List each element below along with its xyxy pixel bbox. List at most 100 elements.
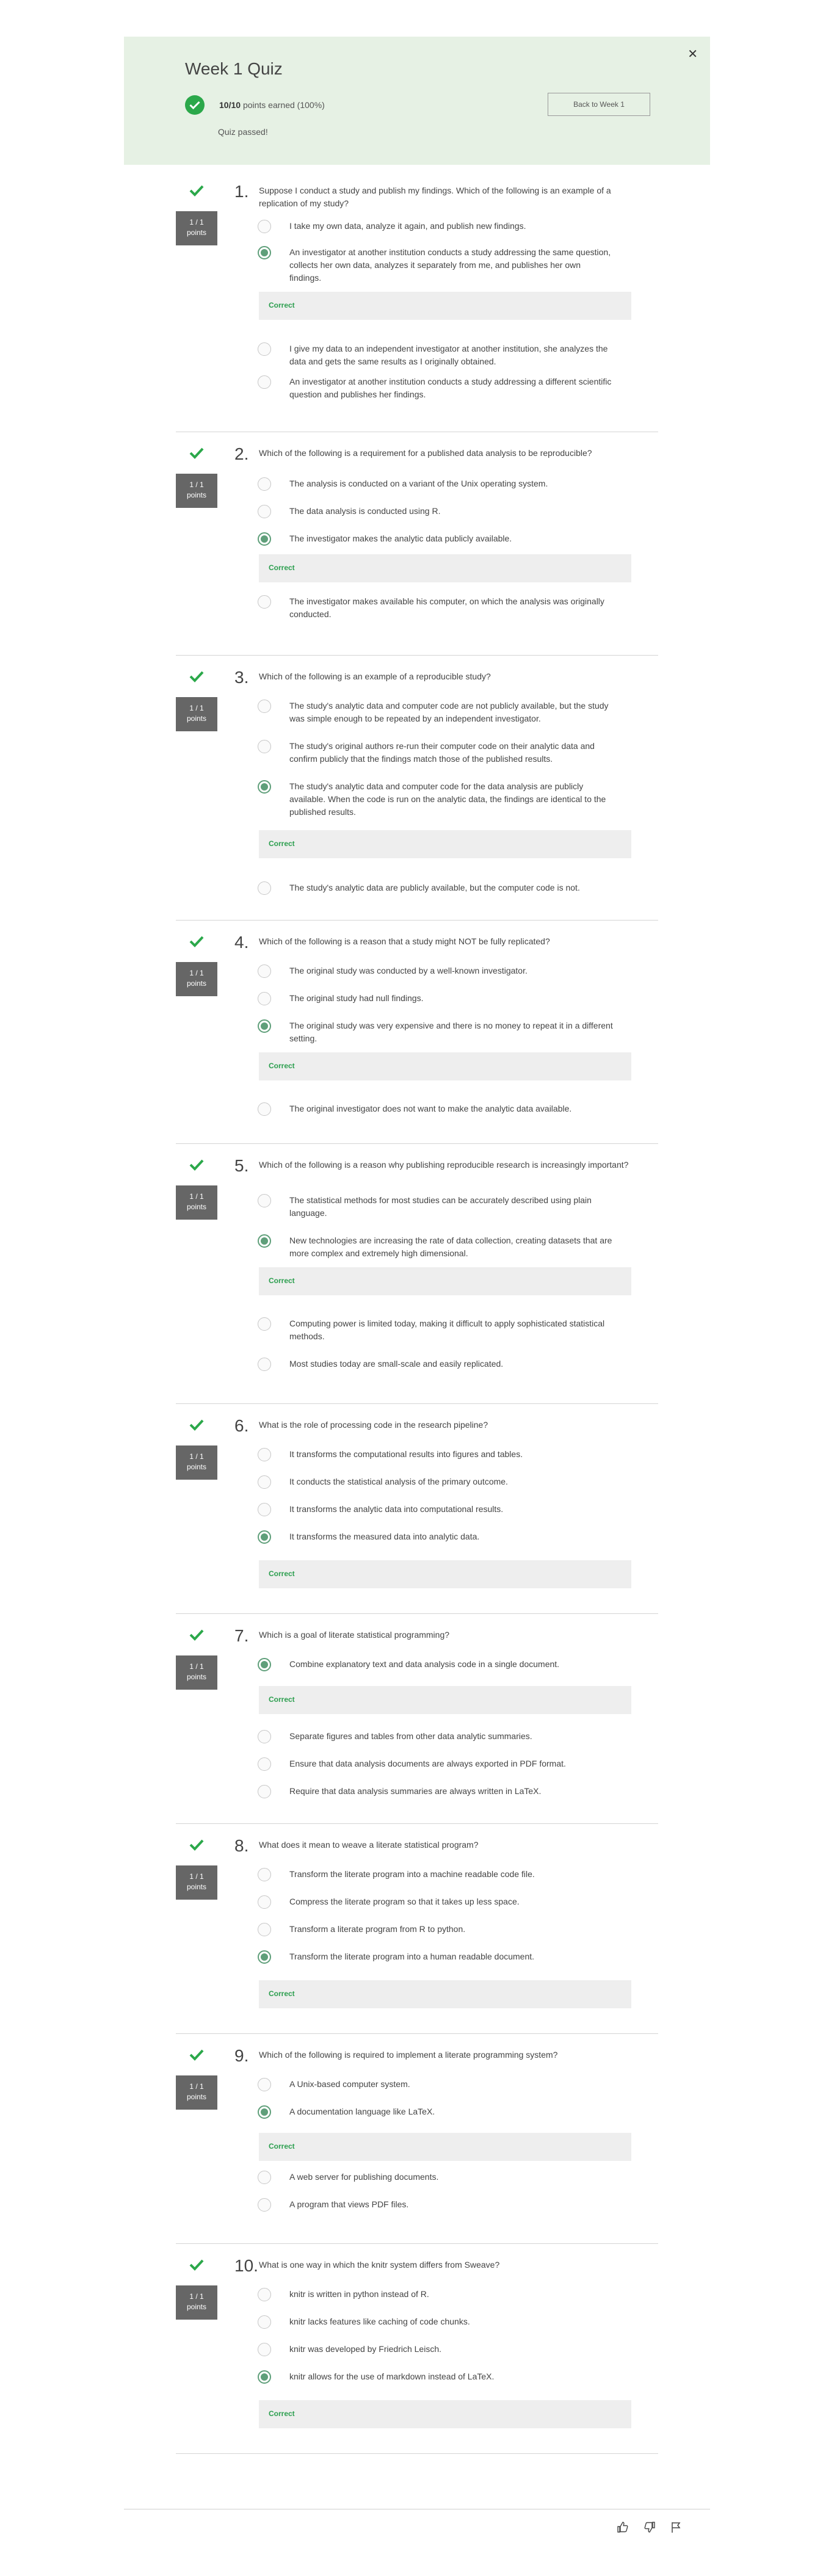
answer-option[interactable]: A documentation language like LaTeX. bbox=[258, 2105, 613, 2119]
answer-option[interactable]: Transform a literate program from R to p… bbox=[258, 1923, 613, 1936]
answer-option[interactable]: The study's analytic data and computer c… bbox=[258, 700, 613, 725]
answer-option[interactable]: A program that views PDF files. bbox=[258, 2198, 613, 2212]
answer-option[interactable]: Transform the literate program into a ma… bbox=[258, 1868, 613, 1881]
radio-button[interactable] bbox=[258, 595, 271, 609]
answer-option-label: Most studies today are small-scale and e… bbox=[289, 1359, 504, 1369]
answer-option[interactable]: The original study had null findings. bbox=[258, 992, 613, 1005]
radio-selected[interactable] bbox=[258, 1950, 271, 1964]
radio-button[interactable] bbox=[258, 1194, 271, 1207]
radio-button[interactable] bbox=[258, 1785, 271, 1798]
radio-button[interactable] bbox=[258, 342, 271, 356]
radio-button[interactable] bbox=[258, 1757, 271, 1771]
radio-button[interactable] bbox=[258, 1868, 271, 1881]
radio-button[interactable] bbox=[258, 2198, 271, 2212]
radio-button[interactable] bbox=[258, 1358, 271, 1371]
answer-option[interactable]: A web server for publishing documents. bbox=[258, 2171, 613, 2184]
check-icon bbox=[189, 1629, 204, 1641]
question-text: Which of the following is a reason that … bbox=[259, 936, 550, 946]
radio-selected[interactable] bbox=[258, 1234, 271, 1248]
answer-option[interactable]: The original study was conducted by a we… bbox=[258, 964, 613, 978]
answer-option[interactable]: It transforms the analytic data into com… bbox=[258, 1503, 613, 1516]
question-text: What does it mean to weave a literate st… bbox=[259, 1840, 479, 1850]
answer-option[interactable]: The study's analytic data and computer c… bbox=[258, 780, 613, 819]
answer-option[interactable]: I take my own data, analyze it again, an… bbox=[258, 220, 613, 233]
radio-button[interactable] bbox=[258, 505, 271, 518]
answer-option[interactable]: The data analysis is conducted using R. bbox=[258, 505, 613, 518]
answer-option[interactable]: Compress the literate program so that it… bbox=[258, 1895, 613, 1909]
back-to-week-button[interactable]: Back to Week 1 bbox=[548, 93, 650, 116]
radio-button[interactable] bbox=[258, 1923, 271, 1936]
radio-button[interactable] bbox=[258, 2343, 271, 2356]
radio-selected[interactable] bbox=[258, 1019, 271, 1033]
flag-icon[interactable] bbox=[670, 2521, 683, 2533]
radio-button[interactable] bbox=[258, 1102, 271, 1116]
answer-option[interactable]: Transform the literate program into a hu… bbox=[258, 1950, 613, 1964]
answer-option[interactable]: The investigator makes the analytic data… bbox=[258, 532, 613, 546]
radio-button[interactable] bbox=[258, 2315, 271, 2329]
radio-button[interactable] bbox=[258, 881, 271, 895]
radio-selected[interactable] bbox=[258, 2105, 271, 2119]
radio-selected[interactable] bbox=[258, 2370, 271, 2384]
radio-button[interactable] bbox=[258, 2078, 271, 2091]
radio-button[interactable] bbox=[258, 1317, 271, 1331]
answer-option-label: The original study had null findings. bbox=[289, 993, 424, 1003]
answer-option[interactable]: It conducts the statistical analysis of … bbox=[258, 1475, 613, 1489]
radio-selected[interactable] bbox=[258, 780, 271, 794]
answer-option[interactable]: I give my data to an independent investi… bbox=[258, 342, 613, 368]
radio-selected[interactable] bbox=[258, 1658, 271, 1671]
question-number: 7. bbox=[234, 1626, 249, 1645]
close-icon[interactable]: ✕ bbox=[687, 46, 698, 62]
answer-option[interactable]: knitr was developed by Friedrich Leisch. bbox=[258, 2343, 613, 2356]
radio-button[interactable] bbox=[258, 964, 271, 978]
answer-option[interactable]: The study's original authors re-run thei… bbox=[258, 740, 613, 765]
answer-option[interactable]: The analysis is conducted on a variant o… bbox=[258, 477, 613, 491]
answer-option[interactable]: New technologies are increasing the rate… bbox=[258, 1234, 613, 1260]
score-suffix: points earned (100%) bbox=[242, 100, 325, 110]
radio-selected[interactable] bbox=[258, 1530, 271, 1544]
answer-option[interactable]: knitr lacks features like caching of cod… bbox=[258, 2315, 613, 2329]
answer-option[interactable]: Separate figures and tables from other d… bbox=[258, 1730, 613, 1743]
answer-option[interactable]: knitr is written in python instead of R. bbox=[258, 2288, 613, 2301]
points-label: points bbox=[186, 979, 207, 988]
radio-selected[interactable] bbox=[258, 246, 271, 259]
radio-button[interactable] bbox=[258, 1475, 271, 1489]
question-7: 1 / 1 points 7. Which is a goal of literate… bbox=[176, 1615, 658, 1824]
radio-button[interactable] bbox=[258, 1730, 271, 1743]
points-badge: 1 / 1 points bbox=[176, 1655, 217, 1690]
answer-option[interactable]: A Unix-based computer system. bbox=[258, 2078, 613, 2091]
answer-option[interactable]: It transforms the computational results … bbox=[258, 1448, 613, 1461]
radio-button[interactable] bbox=[258, 2288, 271, 2301]
thumbs-up-icon[interactable] bbox=[617, 2521, 629, 2533]
answer-option[interactable]: Ensure that data analysis documents are … bbox=[258, 1757, 613, 1771]
radio-selected[interactable] bbox=[258, 532, 271, 546]
answer-option[interactable]: The study's analytic data are publicly a… bbox=[258, 881, 613, 895]
radio-button[interactable] bbox=[258, 1895, 271, 1909]
radio-button[interactable] bbox=[258, 220, 271, 233]
answer-option[interactable]: Require that data analysis summaries are… bbox=[258, 1785, 613, 1798]
answer-option[interactable]: Most studies today are small-scale and e… bbox=[258, 1358, 613, 1371]
question-number: 8. bbox=[234, 1836, 249, 1855]
radio-button[interactable] bbox=[258, 375, 271, 389]
points-label: points bbox=[186, 2303, 207, 2311]
answer-option[interactable]: Combine explanatory text and data analys… bbox=[258, 1658, 613, 1671]
answer-option[interactable]: An investigator at another institution c… bbox=[258, 246, 613, 284]
answer-option[interactable]: The original investigator does not want … bbox=[258, 1102, 613, 1116]
answer-option[interactable]: Computing power is limited today, making… bbox=[258, 1317, 613, 1343]
answer-option[interactable]: It transforms the measured data into ana… bbox=[258, 1530, 613, 1544]
answer-option-label: The analysis is conducted on a variant o… bbox=[289, 479, 548, 488]
radio-button[interactable] bbox=[258, 2171, 271, 2184]
radio-button[interactable] bbox=[258, 477, 271, 491]
radio-button[interactable] bbox=[258, 740, 271, 753]
answer-option[interactable]: An investigator at another institution c… bbox=[258, 375, 613, 401]
answer-option[interactable]: The statistical methods for most studies… bbox=[258, 1194, 613, 1220]
check-icon bbox=[189, 447, 204, 459]
answer-option[interactable]: The original study was very expensive an… bbox=[258, 1019, 613, 1045]
radio-button[interactable] bbox=[258, 1503, 271, 1516]
correct-feedback: Correct bbox=[259, 2133, 631, 2161]
radio-button[interactable] bbox=[258, 1448, 271, 1461]
radio-button[interactable] bbox=[258, 700, 271, 713]
radio-button[interactable] bbox=[258, 992, 271, 1005]
answer-option[interactable]: The investigator makes available his com… bbox=[258, 595, 613, 621]
thumbs-down-icon[interactable] bbox=[644, 2521, 656, 2533]
answer-option[interactable]: knitr allows for the use of markdown ins… bbox=[258, 2370, 613, 2384]
